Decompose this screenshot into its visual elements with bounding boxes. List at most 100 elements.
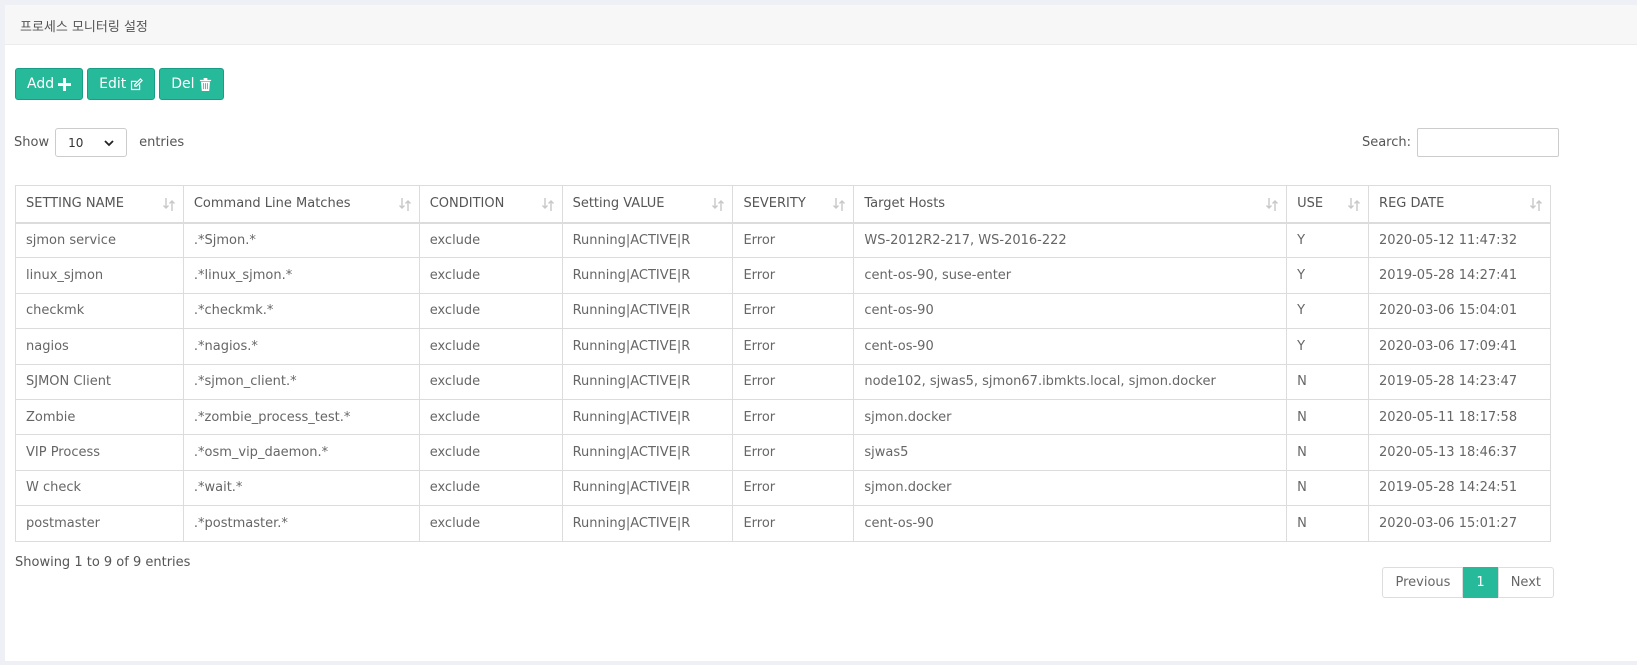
table-cell: .*zombie_process_test.* xyxy=(182,398,420,436)
entries-label: entries xyxy=(139,135,185,150)
table-row[interactable]: nagios .*nagios.* exclude Running|ACTIVE|R E… xyxy=(15,328,1551,365)
page-length: Show 10 entries xyxy=(14,128,184,157)
sort-icon xyxy=(541,198,554,211)
table-cell: cent-os-90 xyxy=(853,328,1288,365)
table-cell: .*linux_sjmon.* xyxy=(182,257,420,294)
table-body: sjmon service .*Sjmon.* exclude Running|ACT… xyxy=(15,221,1551,542)
table-cell: .*osm_vip_daemon.* xyxy=(182,434,420,471)
table-row[interactable]: Zombie .*zombie_process_test.* exclude Runn… xyxy=(15,398,1551,436)
table-cell: 2020-05-12 11:47:32 xyxy=(1368,221,1551,259)
table-cell: exclude xyxy=(418,434,563,471)
column-header[interactable]: SETTING NAME xyxy=(15,185,184,224)
table-cell: Running|ACTIVE|R xyxy=(561,292,734,330)
column-header-label: Target Hosts xyxy=(864,196,946,212)
column-header-label: SEVERITY xyxy=(743,196,806,212)
table-cell: W check xyxy=(15,469,184,507)
table-cell: exclude xyxy=(418,328,563,365)
table-cell: Error xyxy=(732,434,855,471)
sort-icon xyxy=(1530,198,1542,211)
table-cell: .*sjmon_client.* xyxy=(182,363,420,400)
table-cell: N xyxy=(1286,434,1370,471)
table-cell: exclude xyxy=(418,469,563,507)
table-cell: N xyxy=(1286,505,1370,542)
table-cell: Error xyxy=(732,221,855,259)
table-cell: N xyxy=(1286,469,1370,507)
table-cell: exclude xyxy=(418,257,563,294)
table-cell: .*Sjmon.* xyxy=(182,221,420,259)
table-cell: Zombie xyxy=(15,398,184,436)
table-cell: cent-os-90 xyxy=(853,505,1288,542)
table-cell: 2020-03-06 17:09:41 xyxy=(1368,328,1551,365)
edit-button[interactable]: Edit xyxy=(87,68,156,100)
next-button[interactable]: Next xyxy=(1497,567,1554,598)
previous-button[interactable]: Previous xyxy=(1382,567,1464,598)
table-cell: Running|ACTIVE|R xyxy=(561,398,734,436)
table-cell: postmaster xyxy=(15,505,184,542)
pagination: Previous 1 Next xyxy=(1382,567,1554,598)
table-cell: exclude xyxy=(418,292,563,330)
table-cell: Running|ACTIVE|R xyxy=(561,221,734,259)
table-cell: WS-2012R2-217, WS-2016-222 xyxy=(853,221,1288,259)
table-cell: Running|ACTIVE|R xyxy=(561,469,734,507)
column-header-label: Command Line Matches xyxy=(193,196,351,212)
table-row[interactable]: checkmk .*checkmk.* exclude Running|ACTIVE|… xyxy=(15,292,1551,330)
table-cell: Y xyxy=(1286,328,1370,365)
table-row[interactable]: SJMON Client .*sjmon_client.* exclude Runni… xyxy=(15,363,1551,400)
search-label: Search: xyxy=(1361,135,1411,150)
table-cell: 2019-05-28 14:24:51 xyxy=(1368,469,1551,507)
table-row[interactable]: postmaster .*postmaster.* exclude Running|A… xyxy=(15,505,1551,542)
table-cell: SJMON Client xyxy=(15,363,184,400)
table-cell: .*wait.* xyxy=(182,469,420,507)
column-header[interactable]: CONDITION xyxy=(418,185,563,224)
add-button[interactable]: Add xyxy=(15,68,84,100)
column-header[interactable]: Setting VALUE xyxy=(561,185,734,224)
table-cell: linux_sjmon xyxy=(15,257,184,294)
plus-icon xyxy=(58,77,72,91)
table-cell: 2020-03-06 15:01:27 xyxy=(1368,505,1551,542)
table-cell: 2020-05-13 18:46:37 xyxy=(1368,434,1551,471)
sort-icon xyxy=(712,198,725,211)
table-cell: sjwas5 xyxy=(853,434,1288,471)
edit-icon xyxy=(131,77,144,90)
chevron-down-icon xyxy=(104,139,114,146)
search-input[interactable] xyxy=(1417,128,1559,157)
toolbar: Add Edit Del xyxy=(15,68,224,100)
table-cell: Running|ACTIVE|R xyxy=(561,328,734,365)
column-header[interactable]: REG DATE xyxy=(1368,185,1551,224)
table-cell: Running|ACTIVE|R xyxy=(561,434,734,471)
table-cell: nagios xyxy=(15,328,184,365)
table-cell: sjmon service xyxy=(15,221,184,259)
show-label: Show xyxy=(14,135,50,150)
table-cell: Error xyxy=(732,292,855,330)
table-cell: Running|ACTIVE|R xyxy=(561,257,734,294)
column-header-label: REG DATE xyxy=(1379,196,1445,212)
page-length-select[interactable]: 10 xyxy=(55,128,128,157)
del-button-label: Del xyxy=(171,76,195,92)
column-header[interactable]: Command Line Matches xyxy=(182,185,420,224)
sort-icon xyxy=(162,198,175,211)
table-row[interactable]: W check .*wait.* exclude Running|ACTIVE|R Er… xyxy=(15,469,1551,507)
column-header[interactable]: USE xyxy=(1286,185,1370,224)
table-cell: sjmon.docker xyxy=(853,469,1288,507)
table-cell: Error xyxy=(732,505,855,542)
column-header[interactable]: Target Hosts xyxy=(853,185,1288,224)
table-row[interactable]: sjmon service .*Sjmon.* exclude Running|ACT… xyxy=(15,221,1551,259)
page-length-value: 10 xyxy=(68,135,84,150)
panel-title: 프로세스 모니터링 설정 xyxy=(5,5,1637,45)
table-cell: Error xyxy=(732,363,855,400)
table-cell: .*nagios.* xyxy=(182,328,420,365)
table-cell: checkmk xyxy=(15,292,184,330)
table-cell: sjmon.docker xyxy=(853,398,1288,436)
add-button-label: Add xyxy=(27,76,55,92)
page-1-button[interactable]: 1 xyxy=(1463,567,1498,598)
del-button[interactable]: Del xyxy=(159,68,224,100)
column-header-label: CONDITION xyxy=(429,196,505,212)
table-cell: .*postmaster.* xyxy=(182,505,420,542)
column-header[interactable]: SEVERITY xyxy=(732,185,855,224)
table-cell: .*checkmk.* xyxy=(182,292,420,330)
search-box: Search: xyxy=(1362,128,1559,157)
table-cell: exclude xyxy=(418,363,563,400)
table-cell: exclude xyxy=(418,398,563,436)
table-row[interactable]: VIP Process .*osm_vip_daemon.* exclude Runn… xyxy=(15,434,1551,471)
table-row[interactable]: linux_sjmon .*linux_sjmon.* exclude Running… xyxy=(15,257,1551,294)
